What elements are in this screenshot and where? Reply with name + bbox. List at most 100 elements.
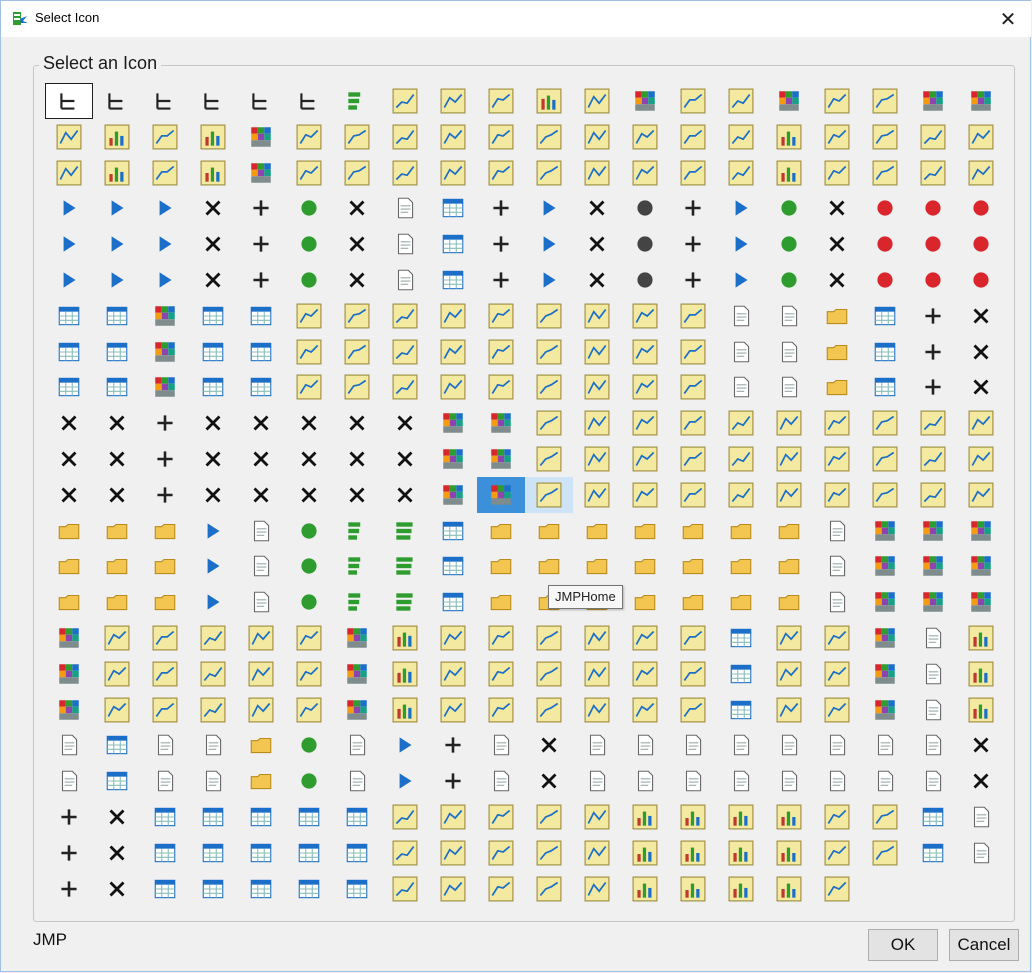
- icon-cell[interactable]: [189, 477, 237, 513]
- icon-cell[interactable]: [909, 548, 957, 584]
- icon-cell[interactable]: [189, 298, 237, 334]
- icon-cell[interactable]: [909, 584, 957, 620]
- icon-cell[interactable]: [765, 262, 813, 298]
- icon-cell[interactable]: [621, 190, 669, 226]
- icon-cell[interactable]: [381, 369, 429, 405]
- icon-cell[interactable]: [285, 513, 333, 549]
- icon-cell[interactable]: [429, 298, 477, 334]
- icon-cell[interactable]: [957, 441, 1005, 477]
- icon-cell[interactable]: [141, 584, 189, 620]
- icon-cell[interactable]: [717, 692, 765, 728]
- icon-cell[interactable]: [525, 871, 573, 907]
- icon-cell[interactable]: [285, 441, 333, 477]
- icon-cell[interactable]: [45, 513, 93, 549]
- icon-cell[interactable]: [669, 334, 717, 370]
- icon-cell[interactable]: [765, 835, 813, 871]
- icon-cell[interactable]: [93, 620, 141, 656]
- icon-cell[interactable]: [333, 190, 381, 226]
- icon-cell[interactable]: [957, 226, 1005, 262]
- icon-cell[interactable]: [93, 298, 141, 334]
- icon-cell[interactable]: [333, 584, 381, 620]
- icon-cell[interactable]: [525, 334, 573, 370]
- icon-cell[interactable]: [861, 119, 909, 155]
- icon-cell[interactable]: [669, 835, 717, 871]
- icon-cell[interactable]: [381, 620, 429, 656]
- icon-cell[interactable]: [285, 799, 333, 835]
- icon-cell[interactable]: [45, 656, 93, 692]
- icon-cell[interactable]: [285, 692, 333, 728]
- icon-cell[interactable]: [381, 835, 429, 871]
- icon-cell[interactable]: [957, 727, 1005, 763]
- icon-cell[interactable]: [621, 513, 669, 549]
- icon-cell[interactable]: [189, 119, 237, 155]
- icon-cell[interactable]: [189, 334, 237, 370]
- icon-cell[interactable]: [477, 584, 525, 620]
- icon-cell[interactable]: [765, 692, 813, 728]
- icon-cell[interactable]: [333, 441, 381, 477]
- icon-cell[interactable]: [669, 799, 717, 835]
- icon-cell[interactable]: [813, 83, 861, 119]
- icon-cell[interactable]: [45, 155, 93, 191]
- icon-cell[interactable]: [333, 298, 381, 334]
- close-button[interactable]: ✕: [985, 1, 1031, 37]
- icon-cell[interactable]: [909, 226, 957, 262]
- icon-cell[interactable]: [525, 548, 573, 584]
- icon-cell[interactable]: [381, 548, 429, 584]
- icon-cell[interactable]: [861, 477, 909, 513]
- icon-cell[interactable]: [573, 334, 621, 370]
- icon-cell[interactable]: [573, 763, 621, 799]
- icon-cell[interactable]: [237, 763, 285, 799]
- icon-cell[interactable]: [717, 83, 765, 119]
- icon-cell[interactable]: [957, 835, 1005, 871]
- icon-cell[interactable]: [237, 477, 285, 513]
- icon-cell[interactable]: [909, 835, 957, 871]
- icon-cell[interactable]: [429, 441, 477, 477]
- icon-cell[interactable]: [477, 226, 525, 262]
- icon-cell[interactable]: [237, 369, 285, 405]
- icon-cell[interactable]: [141, 548, 189, 584]
- icon-cell[interactable]: [189, 190, 237, 226]
- icon-cell[interactable]: [957, 405, 1005, 441]
- icon-cell[interactable]: [333, 405, 381, 441]
- icon-cell[interactable]: [621, 656, 669, 692]
- icon-cell[interactable]: [237, 262, 285, 298]
- icon-cell[interactable]: [285, 369, 333, 405]
- icon-cell[interactable]: [525, 369, 573, 405]
- icon-cell[interactable]: [909, 441, 957, 477]
- icon-cell[interactable]: [813, 799, 861, 835]
- icon-cell[interactable]: [285, 226, 333, 262]
- icon-cell[interactable]: [189, 369, 237, 405]
- icon-cell[interactable]: [477, 155, 525, 191]
- icon-cell[interactable]: [573, 656, 621, 692]
- icon-cell[interactable]: [429, 262, 477, 298]
- icon-cell[interactable]: [957, 656, 1005, 692]
- icon-cell[interactable]: [477, 477, 525, 513]
- icon-cell[interactable]: [813, 119, 861, 155]
- icon-cell[interactable]: [45, 190, 93, 226]
- icon-cell[interactable]: [477, 656, 525, 692]
- icon-cell[interactable]: [45, 226, 93, 262]
- icon-cell[interactable]: [477, 441, 525, 477]
- icon-cell[interactable]: [861, 835, 909, 871]
- icon-cell[interactable]: [381, 799, 429, 835]
- icon-cell[interactable]: [285, 763, 333, 799]
- icon-cell[interactable]: [717, 155, 765, 191]
- icon-cell[interactable]: [141, 119, 189, 155]
- icon-cell[interactable]: [861, 799, 909, 835]
- icon-cell[interactable]: [813, 298, 861, 334]
- icon-cell[interactable]: [765, 513, 813, 549]
- icon-cell[interactable]: [909, 190, 957, 226]
- icon-cell[interactable]: [717, 620, 765, 656]
- icon-cell[interactable]: [957, 513, 1005, 549]
- icon-cell[interactable]: [285, 727, 333, 763]
- icon-cell[interactable]: [237, 799, 285, 835]
- icon-cell[interactable]: [333, 334, 381, 370]
- icon-cell[interactable]: [45, 871, 93, 907]
- icon-cell[interactable]: [141, 692, 189, 728]
- icon-cell[interactable]: [429, 334, 477, 370]
- icon-cell[interactable]: [333, 871, 381, 907]
- icon-cell[interactable]: [717, 727, 765, 763]
- icon-cell[interactable]: [189, 835, 237, 871]
- icon-cell[interactable]: [333, 548, 381, 584]
- icon-cell[interactable]: [765, 620, 813, 656]
